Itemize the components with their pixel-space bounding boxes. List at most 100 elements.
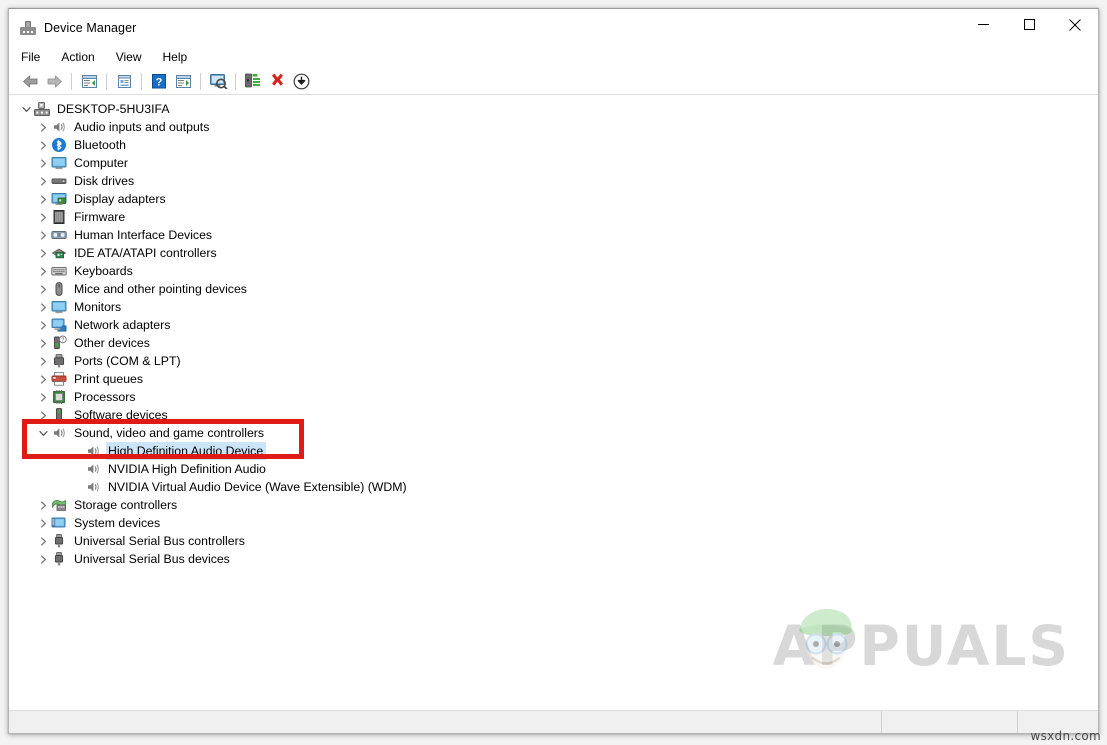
tree-row[interactable]: Mice and other pointing devices: [9, 280, 1098, 298]
forward-arrow-icon[interactable]: [42, 70, 66, 92]
tree-label: Other devices: [74, 336, 150, 350]
tree-label: IDE ATA/ATAPI controllers: [74, 246, 217, 260]
toolbar-separator: [71, 72, 72, 90]
chevron-right-icon[interactable]: [35, 551, 51, 567]
tree-row[interactable]: NVIDIA Virtual Audio Device (Wave Extens…: [9, 478, 1098, 496]
chevron-right-icon[interactable]: [35, 245, 51, 261]
chevron-right-icon[interactable]: [35, 155, 51, 171]
chevron-right-icon[interactable]: [35, 371, 51, 387]
device-manager-icon: [20, 20, 36, 36]
watermark-brand: APPUALS: [772, 614, 1070, 678]
tree-row[interactable]: Human Interface Devices: [9, 226, 1098, 244]
help-icon[interactable]: ?: [147, 70, 171, 92]
tree-row[interactable]: Ports (COM & LPT): [9, 352, 1098, 370]
speaker-icon: [51, 425, 67, 441]
show-hide-console-tree-icon[interactable]: [77, 70, 101, 92]
chevron-right-icon[interactable]: [35, 407, 51, 423]
minimize-button[interactable]: [960, 9, 1006, 40]
tree-row[interactable]: High Definition Audio Device: [9, 442, 1098, 460]
toolbar-separator: [200, 72, 201, 90]
tree-label: Universal Serial Bus devices: [74, 552, 230, 566]
processor-icon: [51, 389, 67, 405]
chevron-right-icon[interactable]: [35, 389, 51, 405]
chevron-right-icon[interactable]: [35, 299, 51, 315]
tree-row[interactable]: Processors: [9, 388, 1098, 406]
title-bar: Device Manager: [9, 9, 1098, 46]
update-driver-icon[interactable]: [241, 70, 265, 92]
printer-icon: [51, 371, 67, 387]
maximize-button[interactable]: [1006, 9, 1052, 40]
chevron-right-icon[interactable]: [35, 281, 51, 297]
chevron-right-icon[interactable]: [35, 353, 51, 369]
disk-drive-icon: [51, 173, 67, 189]
tree-label: Human Interface Devices: [74, 228, 213, 242]
menu-help[interactable]: Help: [163, 48, 199, 66]
tree-row[interactable]: IDE ATA/ATAPI controllers: [9, 244, 1098, 262]
tree-label: High Definition Audio Device: [106, 442, 267, 460]
tree-row[interactable]: NVIDIA High Definition Audio: [9, 460, 1098, 478]
chevron-down-icon[interactable]: [18, 101, 34, 117]
computer-root-icon: [34, 101, 50, 117]
tree-row[interactable]: Software devices: [9, 406, 1098, 424]
tree-row[interactable]: ? Other devices: [9, 334, 1098, 352]
chevron-right-icon[interactable]: [35, 533, 51, 549]
storage-controller-icon: [51, 497, 67, 513]
tree-row-root[interactable]: DESKTOP-5HU3IFA: [9, 100, 1098, 118]
chevron-right-icon[interactable]: [35, 317, 51, 333]
menu-action[interactable]: Action: [61, 48, 105, 66]
chevron-right-icon[interactable]: [35, 137, 51, 153]
other-device-icon: ?: [51, 335, 67, 351]
firmware-chip-icon: [51, 209, 67, 225]
tree-row[interactable]: Print queues: [9, 370, 1098, 388]
tree-row[interactable]: Storage controllers: [9, 496, 1098, 514]
properties-icon[interactable]: [112, 70, 136, 92]
speaker-icon: [51, 119, 67, 135]
scan-hardware-changes-icon[interactable]: [206, 70, 230, 92]
tree-label: DESKTOP-5HU3IFA: [57, 102, 170, 116]
menu-bar: File Action View Help: [9, 46, 1098, 68]
tree-row[interactable]: Network adapters: [9, 316, 1098, 334]
close-button[interactable]: [1052, 9, 1098, 40]
uninstall-device-icon[interactable]: [265, 70, 289, 92]
disable-device-icon[interactable]: [289, 70, 313, 92]
tree-row[interactable]: System devices: [9, 514, 1098, 532]
chevron-right-icon[interactable]: [35, 173, 51, 189]
back-arrow-icon[interactable]: [18, 70, 42, 92]
chevron-right-icon[interactable]: [35, 335, 51, 351]
chevron-right-icon[interactable]: [35, 227, 51, 243]
tree-row[interactable]: Bluetooth: [9, 136, 1098, 154]
tree-row[interactable]: Universal Serial Bus controllers: [9, 532, 1098, 550]
tree-row[interactable]: Sound, video and game controllers: [9, 424, 1098, 442]
tree-row[interactable]: Disk drives: [9, 172, 1098, 190]
action-pane-icon[interactable]: [171, 70, 195, 92]
chevron-right-icon[interactable]: [35, 497, 51, 513]
site-watermark: wsxdn.com: [1030, 729, 1101, 743]
tree-row[interactable]: Keyboards: [9, 262, 1098, 280]
chevron-right-icon[interactable]: [35, 515, 51, 531]
window-controls: [960, 9, 1098, 40]
menu-file[interactable]: File: [21, 48, 51, 66]
device-tree[interactable]: DESKTOP-5HU3IFA Audio inputs and outputs…: [9, 95, 1098, 710]
toolbar: ?: [9, 68, 1098, 95]
tree-row[interactable]: Audio inputs and outputs: [9, 118, 1098, 136]
tree-label: Disk drives: [74, 174, 135, 188]
display-adapter-icon: [51, 191, 67, 207]
chevron-right-icon[interactable]: [35, 119, 51, 135]
tree-row[interactable]: Display adapters: [9, 190, 1098, 208]
tree-row[interactable]: Monitors: [9, 298, 1098, 316]
window-title: Device Manager: [44, 20, 137, 35]
system-device-icon: [51, 515, 67, 531]
menu-view[interactable]: View: [116, 48, 153, 66]
device-manager-window: Device Manager File Action View Help ? D…: [8, 8, 1099, 734]
svg-text:?: ?: [61, 337, 64, 343]
speaker-icon: [85, 461, 101, 477]
tree-row[interactable]: Computer: [9, 154, 1098, 172]
tree-row[interactable]: Universal Serial Bus devices: [9, 550, 1098, 568]
chevron-right-icon[interactable]: [35, 209, 51, 225]
tree-row[interactable]: Firmware: [9, 208, 1098, 226]
chevron-right-icon[interactable]: [35, 191, 51, 207]
usb-icon: [51, 551, 67, 567]
chevron-right-icon[interactable]: [35, 263, 51, 279]
chevron-down-icon[interactable]: [35, 425, 51, 441]
